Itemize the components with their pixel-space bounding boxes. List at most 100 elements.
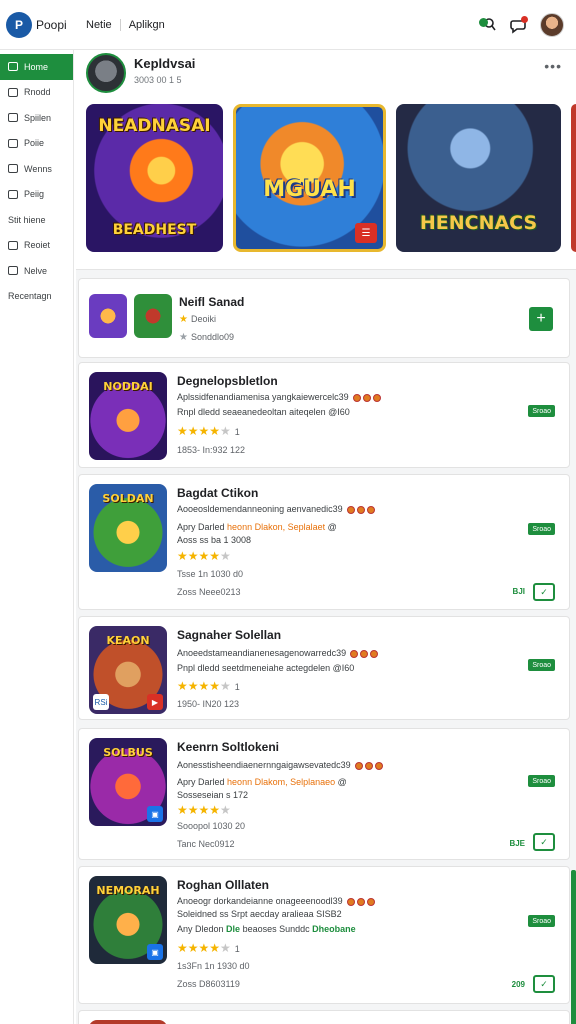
app-title: Sagnaher Solellan bbox=[177, 628, 282, 642]
sidebar-item-2[interactable]: Spiilen bbox=[0, 105, 73, 131]
app-meta: 1s3Fn 1n 1930 d0 bbox=[177, 961, 250, 971]
status-badge[interactable]: Sroao bbox=[528, 405, 555, 417]
app-description: Aplssidfenandiamenisa yangkaiewercelc39 bbox=[177, 392, 381, 402]
nav-icon bbox=[8, 87, 18, 97]
status-badge[interactable]: Sroao bbox=[528, 523, 555, 535]
rating-stars: ★★★★★ 1 bbox=[177, 424, 240, 438]
app-subdetails: Aoss ss ba 1 3008 bbox=[177, 535, 252, 545]
status-badge[interactable]: Sroao bbox=[528, 659, 555, 671]
sidebar-item-9[interactable]: Recentagn bbox=[0, 284, 73, 310]
more-icon[interactable]: ••• bbox=[544, 58, 562, 74]
sidebar-item-3[interactable]: Poiie bbox=[0, 131, 73, 157]
top-nav: Netie Aplikgn bbox=[86, 18, 165, 31]
app-details: Apry Darled heonn Dlakom, Selplanaeo @ bbox=[177, 777, 347, 787]
app-description: Anoeedstameandianenesagenowarredc39 bbox=[177, 648, 379, 658]
sidebar-item-7[interactable]: Reoiet bbox=[0, 233, 73, 259]
nav-icon bbox=[8, 138, 18, 148]
sidebar-item-home[interactable]: Home bbox=[0, 54, 73, 80]
app-card[interactable]: SOLDAN Bagdat Ctikon Aooeosldemendanneon… bbox=[78, 474, 570, 610]
home-icon bbox=[8, 62, 18, 72]
side-label: 209 bbox=[511, 980, 525, 989]
app-card[interactable] bbox=[78, 1010, 570, 1024]
shield-icon[interactable]: ✓ bbox=[533, 975, 555, 993]
app-meta-2: Tanc Nec0912 bbox=[177, 839, 235, 849]
status-badge[interactable]: Sroao bbox=[528, 775, 555, 787]
app-badge-icon: ▶ bbox=[147, 694, 163, 710]
app-meta-2: Zoss Neee0213 bbox=[177, 587, 241, 597]
app-thumbnail[interactable]: NEMORAH ▣ bbox=[89, 876, 167, 964]
app-thumbnail[interactable] bbox=[89, 1020, 167, 1024]
rating-stars: ★★★★★ bbox=[177, 803, 231, 817]
shield-icon[interactable]: ✓ bbox=[533, 833, 555, 851]
nav-icon bbox=[8, 189, 18, 199]
sidebar-item-6[interactable]: Stit hiene bbox=[0, 207, 73, 233]
app-card[interactable]: NEMORAH ▣ Roghan Olllaten Anoeogr dorkan… bbox=[78, 866, 570, 1004]
nav-icon bbox=[8, 240, 18, 250]
top-actions bbox=[476, 12, 564, 37]
sidebar: Home Rnodd Spiilen Poiie Wenns Peiig Sti… bbox=[0, 50, 74, 1024]
star-icon: ★ bbox=[179, 314, 188, 325]
app-meta-2: Zoss D8603119 bbox=[177, 979, 240, 989]
app-details: Soleidned ss Srpt aecday aralieaa SISB2 bbox=[177, 909, 342, 919]
app-meta: 1950- IN20 123 bbox=[177, 699, 240, 709]
app-subdetails: Any Dledon Dle beaoses Sunddc Dheobane bbox=[177, 924, 356, 934]
nav-icon bbox=[8, 266, 18, 276]
app-title: Roghan Olllaten bbox=[177, 878, 270, 892]
banner-game-1[interactable]: NEADNASAI BEADHEST bbox=[86, 104, 223, 252]
hero-section: Kepldvsai 3003 00 1 5 ••• NEADNASAI BEAD… bbox=[76, 50, 576, 270]
scrollbar[interactable] bbox=[571, 870, 576, 1024]
app-thumbnail[interactable]: SOLBUS ▣ bbox=[89, 738, 167, 826]
nav-icon bbox=[8, 113, 18, 123]
sidebar-item-1[interactable]: Rnodd bbox=[0, 80, 73, 106]
chat-icon[interactable] bbox=[508, 14, 530, 36]
app-details: Rnpl dledd seaeanedeoltan aiteqelen @I60 bbox=[177, 407, 350, 417]
profile-avatar[interactable] bbox=[86, 53, 126, 93]
app-description: Aonesstisheendiaenernngaigawsevatedc39 bbox=[177, 760, 383, 770]
app-card[interactable]: SOLBUS ▣ Keenrn Soltlokeni Aonesstisheen… bbox=[78, 728, 570, 860]
add-button[interactable]: + bbox=[529, 307, 553, 331]
app-thumbnail[interactable]: NODDAI bbox=[89, 372, 167, 460]
rating-stars: ★★★★★ bbox=[177, 549, 231, 563]
profile-name: Kepldvsai bbox=[134, 56, 196, 71]
app-details: Pnpl dledd seetdmeneiahe actegdelen @I60 bbox=[177, 663, 355, 673]
app-title: Degnelopsbletlon bbox=[177, 374, 278, 388]
banner-game-4-peek[interactable] bbox=[571, 104, 576, 252]
app-badge-label: RSi bbox=[93, 694, 109, 710]
menu-icon: ☰ bbox=[355, 223, 377, 243]
featured-line-1: ★ Deoiki bbox=[179, 314, 216, 325]
profile-subtitle: 3003 00 1 5 bbox=[134, 75, 182, 85]
banner-game-3[interactable]: HENCNACS bbox=[396, 104, 561, 252]
app-meta: 1853- In:932 122 bbox=[177, 445, 246, 455]
app-thumbnail[interactable]: KEAON RSi ▶ bbox=[89, 626, 167, 714]
side-label: BJI bbox=[512, 587, 525, 596]
app-badge-icon: ▣ bbox=[147, 806, 163, 822]
featured-thumb-2[interactable] bbox=[134, 294, 172, 338]
banner-subtitle: BEADHEST bbox=[112, 222, 197, 238]
banner-title: NEADNASAI bbox=[98, 116, 211, 136]
featured-title: Neifl Sanad bbox=[179, 295, 245, 309]
app-description: Anoeogr dorkandeianne onageeenoodl39 bbox=[177, 896, 375, 906]
app-card[interactable]: NODDAI Degnelopsbletlon Aplssidfenandiam… bbox=[78, 362, 570, 468]
status-badge[interactable]: Sroao bbox=[528, 915, 555, 927]
sidebar-item-8[interactable]: Nelve bbox=[0, 258, 73, 284]
featured-thumb-1[interactable] bbox=[89, 294, 127, 338]
app-card[interactable]: KEAON RSi ▶ Sagnaher Solellan Anoeedstam… bbox=[78, 616, 570, 720]
app-logo[interactable]: P Poopi bbox=[6, 11, 74, 38]
user-avatar[interactable] bbox=[540, 12, 564, 37]
banner-game-2[interactable]: MGUAH ☰ bbox=[233, 104, 386, 252]
app-meta: Tsse 1n 1030 d0 bbox=[177, 569, 244, 579]
logo-text: Poopi bbox=[36, 17, 67, 32]
rating-stars: ★★★★★ 1 bbox=[177, 941, 240, 955]
featured-card[interactable]: Neifl Sanad ★ Deoiki ★ Sonddlo09 + bbox=[78, 278, 570, 358]
sidebar-item-5[interactable]: Peiig bbox=[0, 182, 73, 208]
featured-line-2: ★ Sonddlo09 bbox=[179, 332, 235, 343]
topnav-item-1[interactable]: Aplikgn bbox=[129, 19, 165, 31]
shield-icon[interactable]: ✓ bbox=[533, 583, 555, 601]
people-icon[interactable] bbox=[476, 14, 498, 36]
sidebar-item-4[interactable]: Wenns bbox=[0, 156, 73, 182]
app-title: Keenrn Soltlokeni bbox=[177, 740, 280, 754]
app-thumbnail[interactable]: SOLDAN bbox=[89, 484, 167, 572]
topnav-item-0[interactable]: Netie bbox=[86, 19, 112, 31]
banner-title: MGUAH bbox=[263, 177, 356, 202]
app-subdetails: Sosseseian s 172 bbox=[177, 790, 249, 800]
